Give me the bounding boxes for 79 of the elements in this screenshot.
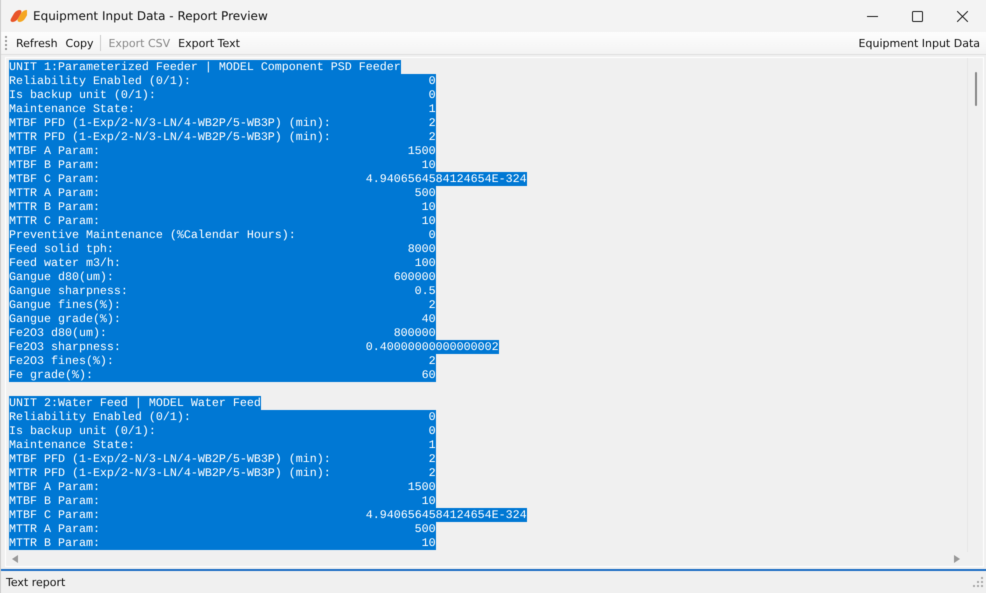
field-label: MTTR C Param: bbox=[9, 214, 101, 228]
field-label: MTBF C Param: bbox=[9, 172, 101, 186]
field-label: MTBF C Param: bbox=[9, 508, 101, 522]
field-value: 10 bbox=[420, 200, 436, 214]
field-value: 1500 bbox=[406, 144, 436, 158]
field-value: 0 bbox=[428, 228, 436, 242]
field-label: Preventive Maintenance (%Calendar Hours): bbox=[9, 228, 297, 242]
field-value: 500 bbox=[414, 186, 436, 200]
field-label: Gangue fines(%): bbox=[9, 298, 122, 312]
field-value: 10 bbox=[420, 494, 436, 508]
field-label: MTBF A Param: bbox=[9, 480, 101, 494]
field-value: 0.5 bbox=[414, 284, 436, 298]
field-value: 0 bbox=[428, 410, 436, 424]
toolbar-button[interactable]: Copy bbox=[62, 34, 98, 52]
field-label: MTTR PFD (1-Exp/2-N/3-LN/4-WB2P/5-WB3P) (min): bbox=[9, 466, 332, 480]
field-label: MTTR B Param: bbox=[9, 536, 101, 550]
field-label: Reliability Enabled (0/1): bbox=[9, 74, 192, 88]
field-value: 800000 bbox=[392, 326, 436, 340]
field-label: MTTR A Param: bbox=[9, 186, 101, 200]
field-value: 1 bbox=[428, 438, 436, 452]
field-value: 2 bbox=[428, 452, 436, 466]
field-label: MTTR A Param: bbox=[9, 522, 101, 536]
field-value: 600000 bbox=[392, 270, 436, 284]
field-value: 0 bbox=[428, 88, 436, 102]
field-value: 1500 bbox=[406, 480, 436, 494]
field-value: 10 bbox=[420, 158, 436, 172]
field-value: 2 bbox=[428, 130, 436, 144]
field-label: MTBF PFD (1-Exp/2-N/3-LN/4-WB2P/5-WB3P) (min): bbox=[9, 452, 332, 466]
field-label: MTBF B Param: bbox=[9, 158, 101, 172]
field-label: MTTR B Param: bbox=[9, 200, 101, 214]
field-label: MTTR PFD (1-Exp/2-N/3-LN/4-WB2P/5-WB3P) (min): bbox=[9, 130, 332, 144]
close-icon[interactable] bbox=[957, 10, 968, 22]
field-value: 500 bbox=[414, 522, 436, 536]
field-value: 0 bbox=[428, 424, 436, 438]
field-label: Gangue sharpness: bbox=[9, 284, 129, 298]
field-label: Fe2O3 sharpness: bbox=[9, 340, 122, 354]
toolbar-grip-icon[interactable] bbox=[5, 36, 8, 50]
field-label: Fe grade(%): bbox=[9, 368, 94, 382]
maximize-icon[interactable] bbox=[912, 10, 923, 22]
unit-header: UNIT 1:Parameterized Feeder | MODEL Component PSD Feeder bbox=[9, 60, 401, 74]
field-value: 2 bbox=[428, 116, 436, 130]
field-value: 2 bbox=[428, 298, 436, 312]
field-value: 100 bbox=[414, 256, 436, 270]
field-value: 40 bbox=[420, 312, 436, 326]
field-value: 4.9406564584124654E-324 bbox=[366, 508, 527, 522]
field-label: Reliability Enabled (0/1): bbox=[9, 410, 192, 424]
app-logo-icon bbox=[9, 10, 27, 22]
toolbar-caption: Equipment Input Data bbox=[858, 36, 980, 50]
field-value: 8000 bbox=[406, 242, 436, 256]
field-label: Is backup unit (0/1): bbox=[9, 424, 157, 438]
window-title: Equipment Input Data - Report Preview bbox=[33, 9, 268, 23]
field-label: Gangue grade(%): bbox=[9, 312, 122, 326]
field-label: MTBF PFD (1-Exp/2-N/3-LN/4-WB2P/5-WB3P) (min): bbox=[9, 116, 332, 130]
field-value: 60 bbox=[420, 368, 436, 382]
field-value: 10 bbox=[420, 536, 436, 550]
field-label: Gangue d80(um): bbox=[9, 270, 115, 284]
field-label: Feed solid tph: bbox=[9, 242, 115, 256]
scroll-right-icon[interactable] bbox=[954, 555, 960, 563]
field-label: Feed water m3/h: bbox=[9, 256, 122, 270]
field-value: 2 bbox=[428, 354, 436, 368]
field-value: 10 bbox=[420, 214, 436, 228]
field-value: 4.9406564584124654E-324 bbox=[366, 172, 527, 186]
toolbar-button[interactable]: Export Text bbox=[174, 34, 244, 52]
field-label: Fe2O3 d80(um): bbox=[9, 326, 108, 340]
field-label: Is backup unit (0/1): bbox=[9, 88, 157, 102]
field-value: 1 bbox=[428, 102, 436, 116]
field-label: Maintenance State: bbox=[9, 438, 136, 452]
field-label: MTBF A Param: bbox=[9, 144, 101, 158]
field-label: Fe2O3 fines(%): bbox=[9, 354, 115, 368]
scroll-left-icon[interactable] bbox=[12, 555, 18, 563]
field-label: Maintenance State: bbox=[9, 102, 136, 116]
field-value: 0.40000000000000002 bbox=[366, 340, 499, 354]
field-value: 0 bbox=[428, 74, 436, 88]
field-value: 2 bbox=[428, 466, 436, 480]
status-text: Text report bbox=[6, 576, 66, 588]
toolbar-button[interactable]: Refresh bbox=[12, 34, 62, 52]
resize-grip-icon[interactable] bbox=[973, 577, 983, 587]
field-label: MTBF B Param: bbox=[9, 494, 101, 508]
unit-header: UNIT 2:Water Feed | MODEL Water Feed bbox=[9, 396, 261, 410]
